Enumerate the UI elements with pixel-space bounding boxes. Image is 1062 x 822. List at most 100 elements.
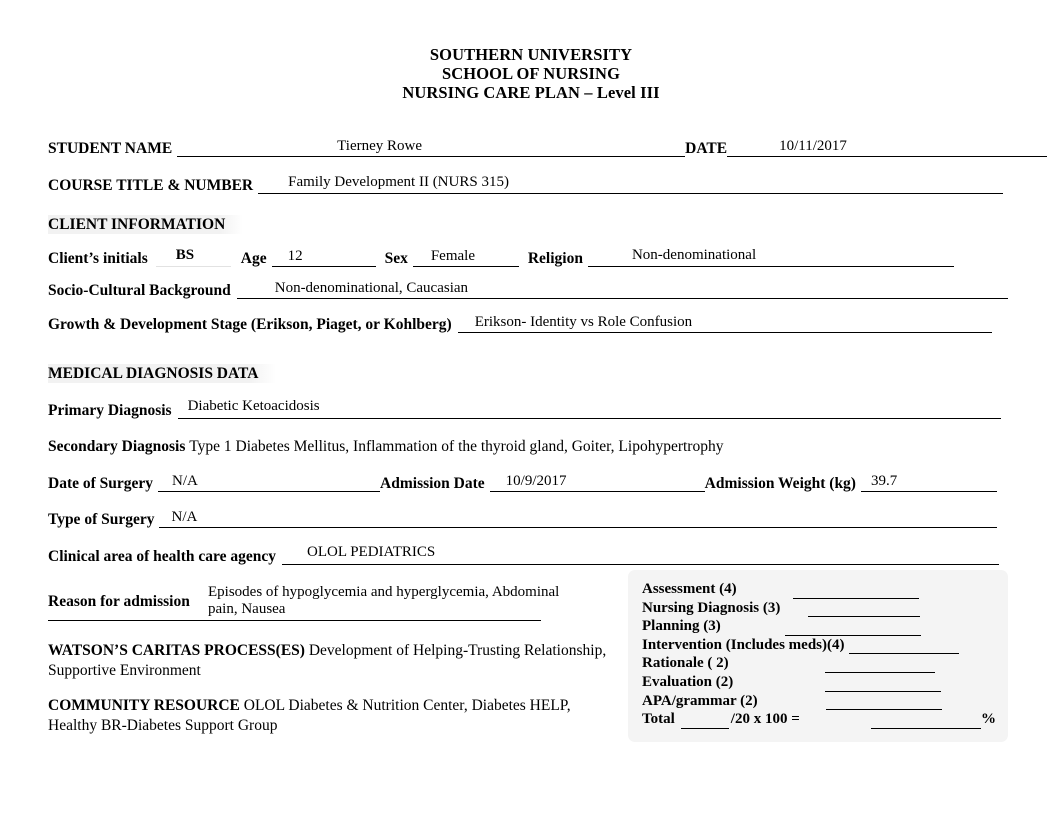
admission-date-slot[interactable]: 10/9/2017 [489,473,705,492]
rubric-item-score-rule[interactable] [848,640,959,655]
rubric-item-label: Nursing Diagnosis (3) [642,599,781,616]
rubric-item-label: APA/grammar (2) [642,692,758,709]
course-label: COURSE TITLE & NUMBER [48,177,254,194]
age-slot[interactable]: 12 [271,248,376,267]
age-label: Age [240,250,267,267]
grading-rubric-panel: Assessment (4) Nursing Diagnosis (3) Plann… [628,570,1008,742]
reason-for-admission-field: Reason for admission Episodes of hypogly… [48,584,559,621]
rubric-row: Evaluation (2) [642,673,996,692]
reason-for-admission-label: Reason for admission [48,593,190,610]
client-initials-value: BS [175,247,195,263]
rubric-item-score-rule[interactable] [784,622,921,636]
type-of-surgery-value: N/A [171,509,198,525]
admission-weight-slot[interactable]: 39.7 [860,473,997,492]
client-initials-slot[interactable]: BS [155,247,231,267]
admission-date-value: 10/9/2017 [505,473,567,489]
primary-diagnosis-field: Primary Diagnosis Diabetic Ketoacidosis [48,398,1001,419]
care-plan-form-page: SOUTHERN UNIVERSITY SCHOOL OF NURSING NU… [0,0,1062,822]
medical-diagnosis-heading: MEDICAL DIAGNOSIS DATA [48,364,276,383]
student-name-label: STUDENT NAME [48,140,173,157]
secondary-diagnosis-label: Secondary Diagnosis [48,438,186,455]
primary-diagnosis-label: Primary Diagnosis [48,402,172,419]
socio-cultural-slot[interactable]: Non-denominational, Caucasian [236,280,1008,299]
rubric-item-score-rule[interactable] [825,678,942,692]
rubric-item-label: Assessment (4) [642,581,737,597]
socio-cultural-label: Socio-Cultural Background [48,282,231,299]
admission-weight-value: 39.7 [870,473,898,489]
rubric-item-score-rule[interactable] [825,696,942,711]
student-name-value: Tierney Rowe [337,138,423,154]
date-slot[interactable]: 10/11/2017 [727,138,1048,157]
sex-value: Female [430,248,475,264]
type-of-surgery-slot[interactable]: N/A [159,509,998,528]
form-title: SOUTHERN UNIVERSITY SCHOOL OF NURSING NU… [0,45,1062,102]
admission-date-label: Admission Date [380,475,485,492]
growth-development-value: Erikson- Identity vs Role Confusion [474,314,693,330]
date-value: 10/11/2017 [779,138,847,154]
title-line-school: SCHOOL OF NURSING [441,64,621,83]
clinical-area-slot[interactable]: OLOL PEDIATRICS [282,544,1000,565]
rubric-total-score-rule[interactable] [680,715,729,729]
client-demographics-row: Client’s initials BS Age 12 Sex Female R… [48,247,954,267]
rubric-total-percent-rule[interactable] [871,715,981,729]
rubric-row: Intervention (Includes meds)(4) [642,636,996,655]
rubric-row: Nursing Diagnosis (3) [642,599,996,618]
rubric-total-label: Total [642,711,675,728]
religion-slot[interactable]: Non-denominational [587,247,954,267]
sex-slot[interactable]: Female [412,248,519,267]
rubric-item-label: Intervention (Includes meds)(4) [642,636,845,653]
rubric-percent-symbol: % [981,711,996,728]
admission-row: Date of Surgery N/A Admission Date 10/9/… [48,473,997,492]
rubric-item-score-rule[interactable] [808,603,921,618]
course-field: COURSE TITLE & NUMBER Family Development… [48,174,1004,194]
age-value: 12 [287,248,303,264]
title-line-university: SOUTHERN UNIVERSITY [429,45,633,64]
date-of-surgery-value: N/A [172,473,198,489]
clinical-area-value: OLOL PEDIATRICS [307,544,436,560]
growth-development-label: Growth & Development Stage (Erikson, Pia… [48,316,452,333]
date-of-surgery-label: Date of Surgery [48,475,154,492]
rubric-total-row: Total /20 x 100 = % [642,710,996,729]
secondary-diagnosis-field: Secondary Diagnosis Type 1 Diabetes Mell… [48,437,723,457]
reason-for-admission-rule[interactable] [48,618,541,621]
religion-label: Religion [527,250,583,267]
reason-for-admission-value-line1: Episodes of hypoglycemia and hyperglycem… [208,584,560,600]
client-initials-label: Client’s initials [48,250,148,267]
course-slot[interactable]: Family Development II (NURS 315) [258,174,1004,194]
community-resource-label: COMMUNITY RESOURCE [48,697,240,714]
community-resource-field: COMMUNITY RESOURCE OLOL Diabetes & Nutri… [48,696,613,736]
student-name-slot[interactable]: Tierney Rowe [177,138,686,157]
rubric-row: Planning (3) [642,617,996,636]
rubric-item-label: Planning (3) [642,618,721,635]
sex-label: Sex [384,250,408,267]
socio-cultural-field: Socio-Cultural Background Non-denominati… [48,280,1008,299]
course-value: Family Development II (NURS 315) [288,174,509,190]
reason-for-admission-value-line2: pain, Nausea [208,601,286,617]
clinical-area-field: Clinical area of health care agency OLOL… [48,544,1000,565]
type-of-surgery-field: Type of Surgery N/A [48,509,998,528]
title-line-plan: NURSING CARE PLAN – Level III [402,83,660,102]
growth-development-slot[interactable]: Erikson- Identity vs Role Confusion [457,314,992,333]
rubric-rows: Assessment (4) Nursing Diagnosis (3) Plann… [642,580,996,711]
secondary-diagnosis-value: Type 1 Diabetes Mellitus, Inflammation o… [189,438,724,455]
watson-caritas-field: WATSON’S CARITAS PROCESS(ES) Development… [48,641,608,681]
student-name-field: STUDENT NAME Tierney Rowe DATE 10/11/201… [48,138,1048,157]
rubric-row: Rationale ( 2) [642,654,996,673]
growth-development-field: Growth & Development Stage (Erikson, Pia… [48,314,992,333]
primary-diagnosis-slot[interactable]: Diabetic Ketoacidosis [177,398,1001,419]
primary-diagnosis-value: Diabetic Ketoacidosis [187,398,320,414]
date-label: DATE [685,140,728,157]
rubric-item-score-rule[interactable] [792,585,919,599]
type-of-surgery-label: Type of Surgery [48,511,155,528]
date-of-surgery-slot[interactable]: N/A [158,473,381,492]
rubric-total-formula: /20 x 100 = [730,711,800,728]
clinical-area-label: Clinical area of health care agency [48,548,277,565]
rubric-row: Assessment (4) [642,580,996,599]
rubric-item-score-rule[interactable] [824,659,935,673]
rubric-item-label: Evaluation (2) [642,673,734,690]
socio-cultural-value: Non-denominational, Caucasian [274,280,469,296]
rubric-row: APA/grammar (2) [642,692,996,711]
admission-weight-label: Admission Weight (kg) [704,475,856,492]
watson-caritas-label: WATSON’S CARITAS PROCESS(ES) [48,642,305,659]
rubric-item-label: Rationale ( 2) [642,655,729,672]
